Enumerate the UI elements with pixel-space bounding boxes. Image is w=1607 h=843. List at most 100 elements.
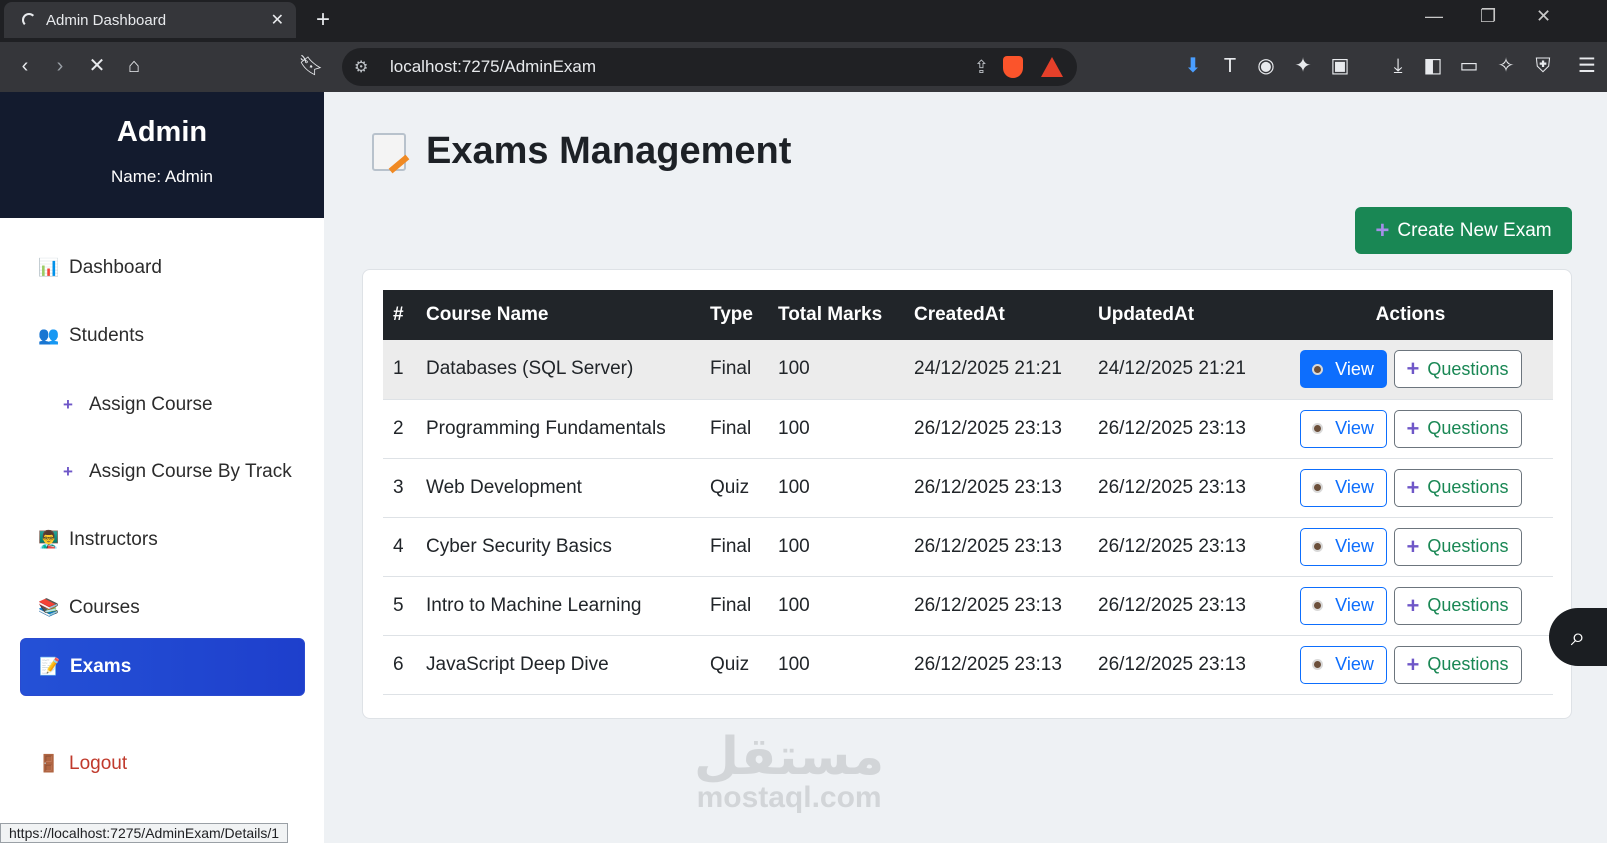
bookmark-icon[interactable]: 🔖︎: [298, 54, 324, 78]
questions-button-label: Questions: [1427, 477, 1509, 497]
loading-icon: [22, 13, 36, 27]
sidebar-item-instructors[interactable]: 👨‍🏫 Instructors: [20, 511, 305, 569]
view-button[interactable]: View: [1299, 645, 1387, 684]
view-button[interactable]: View: [1299, 586, 1387, 625]
download-extension-icon[interactable]: ⬇: [1180, 54, 1206, 78]
cell-course-name: Cyber Security Basics: [426, 535, 612, 557]
wallet-icon[interactable]: ▭: [1456, 54, 1482, 78]
camera-extension-icon[interactable]: ◉: [1253, 54, 1279, 78]
sidebar-item-students[interactable]: 👥 Students: [20, 307, 305, 365]
floating-search-icon[interactable]: ⌕: [1549, 608, 1607, 666]
translate-extension-icon[interactable]: T: [1217, 54, 1243, 78]
cell-number: 6: [393, 653, 404, 675]
page-title-text: Exams Management: [426, 130, 792, 172]
plus-icon: +: [63, 395, 73, 414]
minimize-icon[interactable]: —: [1425, 6, 1443, 27]
plus-icon: +: [1406, 651, 1420, 677]
vpn-shield-icon[interactable]: ⛨: [1530, 54, 1556, 78]
watermark-arabic: مستقل: [694, 728, 885, 786]
menu-icon[interactable]: ☰: [1574, 54, 1600, 78]
new-tab-icon[interactable]: +: [316, 6, 330, 34]
sidebar-item-dashboard[interactable]: 📊 Dashboard: [20, 239, 305, 297]
exams-card: # Course Name Type Total Marks CreatedAt…: [362, 269, 1572, 719]
questions-button[interactable]: + Questions: [1393, 645, 1522, 684]
column-header-total-marks: Total Marks: [778, 304, 883, 325]
door-icon: 🚪: [38, 754, 60, 773]
browser-tab[interactable]: Admin Dashboard ✕: [4, 2, 296, 38]
close-tab-icon[interactable]: ✕: [271, 10, 284, 30]
restore-icon[interactable]: ❐: [1480, 6, 1496, 27]
sidebar-item-assign-course[interactable]: + Assign Course: [20, 376, 305, 434]
extensions-icon[interactable]: ✦: [1290, 54, 1316, 78]
site-settings-icon[interactable]: ⚙︎: [354, 57, 378, 77]
cell-created-at: 26/12/2025 23:13: [914, 535, 1062, 557]
view-button-label: View: [1335, 418, 1374, 438]
memo-icon: 📝: [39, 657, 61, 676]
cell-course-name: Web Development: [426, 476, 582, 498]
plus-icon: +: [1406, 356, 1420, 382]
close-window-icon[interactable]: ✕: [1536, 6, 1551, 27]
sidebar-toggle-icon[interactable]: ◧: [1420, 54, 1446, 78]
cell-total-marks: 100: [778, 535, 810, 557]
downloads-icon[interactable]: ⤓: [1385, 54, 1411, 78]
column-header-updated-at: UpdatedAt: [1098, 304, 1195, 325]
cell-course-name: Programming Fundamentals: [426, 417, 666, 439]
tab-title: Admin Dashboard: [46, 11, 167, 29]
memo-icon: [372, 132, 406, 171]
sidebar-item-label: Courses: [69, 597, 140, 618]
sidebar-item-label: Dashboard: [69, 257, 162, 278]
view-button[interactable]: View: [1299, 350, 1387, 389]
url-text[interactable]: localhost:7275/AdminExam: [390, 57, 974, 77]
teacher-icon: 👨‍🏫: [38, 530, 60, 549]
view-button[interactable]: View: [1299, 527, 1387, 566]
main-content: Exams Management + Create New Exam # Cou…: [324, 92, 1607, 843]
questions-button[interactable]: + Questions: [1393, 409, 1522, 448]
questions-button[interactable]: + Questions: [1393, 527, 1522, 566]
sidebar-item-exams[interactable]: 📝 Exams: [20, 638, 305, 696]
questions-button[interactable]: + Questions: [1393, 468, 1522, 507]
leo-ai-icon[interactable]: ✧: [1493, 54, 1519, 78]
cell-course-name: JavaScript Deep Dive: [426, 653, 609, 675]
cell-total-marks: 100: [778, 417, 810, 439]
questions-button[interactable]: + Questions: [1393, 586, 1522, 625]
cell-number: 2: [393, 417, 404, 439]
address-bar[interactable]: ⚙︎ localhost:7275/AdminExam ⇪: [342, 48, 1077, 86]
cell-type: Quiz: [710, 476, 750, 498]
brave-rewards-icon[interactable]: [1041, 57, 1063, 77]
home-icon[interactable]: ⌂: [121, 54, 147, 78]
cell-updated-at: 26/12/2025 23:13: [1098, 653, 1246, 675]
plus-icon: +: [63, 462, 73, 481]
view-button-label: View: [1335, 477, 1374, 497]
sidebar-item-courses[interactable]: 📚 Courses: [20, 579, 305, 637]
exams-table: # Course Name Type Total Marks CreatedAt…: [383, 290, 1553, 695]
create-new-exam-button[interactable]: + Create New Exam: [1355, 207, 1572, 254]
browser-toolbar: ‹ › ✕ ⌂ 🔖︎ ⚙︎ localhost:7275/AdminExam ⇪…: [0, 42, 1607, 92]
table-row: 5 Intro to Machine Learning Final 100 26…: [383, 576, 1553, 635]
view-button[interactable]: View: [1299, 468, 1387, 507]
sidebar-item-assign-course-by-track[interactable]: + Assign Course By Track: [20, 443, 305, 501]
table-row: 6 JavaScript Deep Dive Quiz 100 26/12/20…: [383, 635, 1553, 694]
stop-icon[interactable]: ✕: [84, 54, 110, 78]
cell-number: 3: [393, 476, 404, 498]
page-title: Exams Management: [372, 130, 791, 173]
screen-capture-icon[interactable]: ▣: [1327, 54, 1353, 78]
column-header-course-name: Course Name: [426, 304, 549, 325]
cell-type: Quiz: [710, 653, 750, 675]
cell-created-at: 26/12/2025 23:13: [914, 594, 1062, 616]
cell-actions: View + Questions: [1268, 399, 1553, 458]
back-icon[interactable]: ‹: [12, 54, 38, 78]
brave-shields-icon[interactable]: [1003, 56, 1023, 78]
forward-icon[interactable]: ›: [47, 54, 73, 78]
sidebar-item-label: Students: [69, 325, 144, 346]
eye-icon: [1312, 600, 1324, 611]
questions-button-label: Questions: [1427, 536, 1509, 556]
sidebar-item-logout[interactable]: 🚪 Logout: [20, 735, 305, 793]
sidebar-item-label: Assign Course By Track: [89, 461, 292, 482]
questions-button[interactable]: + Questions: [1393, 350, 1522, 389]
view-button[interactable]: View: [1299, 409, 1387, 448]
view-button-label: View: [1335, 595, 1374, 615]
share-icon[interactable]: ⇪: [974, 57, 989, 78]
cell-type: Final: [710, 535, 752, 557]
questions-button-label: Questions: [1427, 595, 1509, 615]
table-row: 3 Web Development Quiz 100 26/12/2025 23…: [383, 458, 1553, 517]
